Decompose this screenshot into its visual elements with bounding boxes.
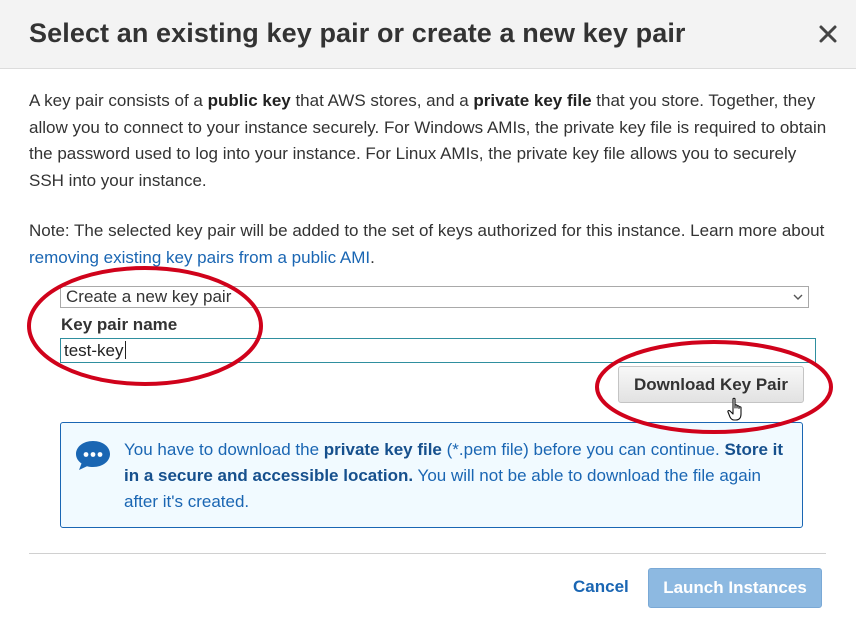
text-caret xyxy=(124,341,126,359)
key-pair-name-label: Key pair name xyxy=(61,315,178,334)
info-bold-private-key: private key file xyxy=(323,440,442,459)
close-icon xyxy=(819,25,837,43)
dialog-header: Select an existing key pair or create a … xyxy=(0,0,856,69)
key-pair-select[interactable]: Create a new key pair xyxy=(60,286,809,308)
info-alert: You have to download the private key fil… xyxy=(60,422,803,528)
launch-instances-button[interactable]: Launch Instances xyxy=(648,568,822,608)
info-text: (*.pem file) before you can continue. xyxy=(441,440,725,459)
intro-text: that AWS stores, and a xyxy=(290,91,474,110)
speech-bubble-icon xyxy=(76,441,110,470)
download-key-pair-button[interactable]: Download Key Pair xyxy=(618,366,804,403)
dialog-title: Select an existing key pair or create a … xyxy=(29,18,686,48)
footer-divider xyxy=(29,553,826,554)
close-button[interactable] xyxy=(812,18,844,50)
key-pair-name-value: test-key xyxy=(64,341,124,360)
intro-bold-public-key: public key xyxy=(207,91,291,110)
intro-text: A key pair consists of a xyxy=(29,91,208,110)
info-text: You have to download the xyxy=(124,440,324,459)
chevron-down-icon xyxy=(793,294,803,300)
intro-bold-private-key: private key file xyxy=(473,91,592,110)
note-paragraph: Note: The selected key pair will be adde… xyxy=(29,218,829,271)
note-end: . xyxy=(370,247,375,267)
intro-paragraph: A key pair consists of a public key that… xyxy=(29,88,829,194)
key-pair-name-input[interactable]: test-key xyxy=(60,338,816,363)
hand-pointer-icon xyxy=(727,397,742,421)
info-message: You have to download the private key fil… xyxy=(124,437,799,515)
cancel-button[interactable]: Cancel xyxy=(573,577,629,597)
key-pair-select-value: Create a new key pair xyxy=(66,287,232,306)
note-text: Note: The selected key pair will be adde… xyxy=(29,221,825,240)
remove-key-pairs-link[interactable]: removing existing key pairs from a publi… xyxy=(29,248,370,267)
